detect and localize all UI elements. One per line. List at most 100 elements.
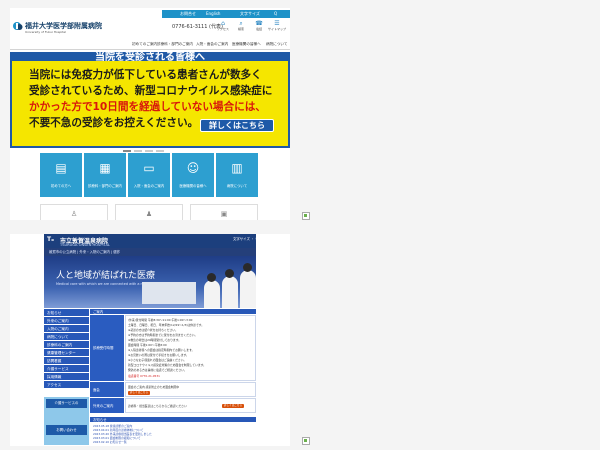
banner-line-alert: かかった方で10日間を経過していない場合には、 <box>29 101 266 113</box>
hospital-building-image <box>142 282 196 304</box>
sitemap-link[interactable]: ☰ サイトマップ <box>268 21 286 32</box>
phone-link[interactable]: ☎ 電話 <box>252 21 266 32</box>
topbar-item[interactable]: 文字サイズ <box>240 11 260 17</box>
nav-item-about[interactable]: 病院について <box>266 42 287 47</box>
side-menu-item[interactable]: 訪問看護 <box>44 357 89 365</box>
banner-line: 不要不急の受診をお控えください。 <box>29 117 199 129</box>
row-label-cell: 面会 <box>90 382 124 397</box>
tile-medical-institutions[interactable]: ☺ 医療機関の皆様へ <box>172 153 214 197</box>
row-alert-text: 電話番号 0770-21-0531 <box>128 374 160 378</box>
care-service-banner[interactable]: 介護サービスの お問い合わせ <box>44 397 89 445</box>
section-header-label: ご案内 <box>93 310 104 314</box>
side-menu-label: 診療科のご案内 <box>47 342 73 347</box>
row-label: 面会 <box>93 388 100 392</box>
topbar-item[interactable]: English <box>206 11 220 16</box>
side-menu-label: 入院のご案内 <box>47 326 69 331</box>
side-menu-item[interactable]: アクセス <box>44 381 89 389</box>
nav-item-departments[interactable]: 診療科・部門のご案内 <box>157 42 193 47</box>
row-text: 診療科・担当医表はこちらからご確認ください <box>128 404 187 408</box>
broken-image-icon <box>302 437 310 445</box>
main-content: ご案内 診療受付時間 (外来)受付時間 午前8:30〜11:00 午後1:00〜… <box>90 309 256 446</box>
phone-label: 電話 <box>255 27 262 31</box>
side-menu-label: 外来のご案内 <box>47 318 69 323</box>
side-menu-label: 介護サービス <box>47 366 69 371</box>
side-menu-label: 採用情報 <box>47 374 62 379</box>
person-icon: ♙ <box>70 210 78 218</box>
visit-details-button[interactable]: 詳しくはこちら <box>128 391 150 395</box>
topbar-item[interactable]: お問合せ <box>180 11 196 17</box>
top-utility-bar: お問合せ English 文字サイズ Q <box>162 10 290 18</box>
access-link[interactable]: ⌂ アクセス <box>216 21 230 32</box>
side-menu-item[interactable]: 介護サービス <box>44 365 89 373</box>
search-link[interactable]: ⌕ 検索 <box>234 21 248 32</box>
hero-subtitle: Medical care with which we are connected… <box>56 282 152 286</box>
hospital-logo-icon[interactable] <box>13 21 23 32</box>
tile-label: 初めての方へ <box>50 184 72 188</box>
row-text: 土曜日、日曜日、祝日、年末年始(12/29〜1/3)は休診です。 <box>128 323 204 327</box>
row-content-cell: 診療科・担当医表はこちらからご確認ください 詳しくはこちら <box>125 398 256 413</box>
info-card[interactable]: ♟ <box>115 204 183 220</box>
row-text: ※小さなお子様連れの面会はご遠慮ください。 <box>128 358 187 362</box>
stethoscope-icon: ▦ <box>99 161 111 175</box>
nav-item-first-visit[interactable]: 初めてのご案内 <box>132 42 157 47</box>
hero-image: 人と地域が結ばれた医療 Medical care with which we a… <box>44 256 256 308</box>
doctor-icon: ☺ <box>186 161 200 175</box>
staff-figure <box>204 280 220 308</box>
banner-details-button[interactable]: 詳しくはこちら <box>200 119 274 132</box>
row-content-cell: 面会のご案内 感染防止のため面会制限中 詳しくはこちら <box>125 382 256 397</box>
side-menu-label: 健康管理センター <box>47 350 76 355</box>
row-text: 新型コロナウイルス感染症対策のため面会を制限しています。 <box>128 363 206 367</box>
carousel-dot[interactable] <box>123 150 131 152</box>
global-nav: 初めてのご案内 診療科・部門のご案内 入院・面会のご案内 医療機関の皆様へ 病院… <box>10 40 290 50</box>
care-banner-subtitle: お問い合わせ <box>46 425 87 435</box>
topbar-search-item[interactable]: Q <box>274 11 277 16</box>
side-menu-item[interactable]: 健康管理センター <box>44 349 89 357</box>
tile-first-visit[interactable]: ▤ 初めての方へ <box>40 153 82 197</box>
side-menu-item[interactable]: 入院のご案内 <box>44 325 89 333</box>
banner-line: 受診されているため、新型コロナウイルス感染症に <box>29 85 272 97</box>
nav-item-inpatient[interactable]: 入院・面会のご案内 <box>196 42 228 47</box>
row-content-cell: (外来)受付時間 午前8:30〜11:00 午後1:00〜3:00 土曜日、日曜… <box>125 315 256 381</box>
care-banner-title: 介護サービスの <box>46 399 87 408</box>
news-link[interactable]: 2023.02.10 お知らせ一覧 <box>93 440 127 444</box>
tile-departments[interactable]: ▦ 診療科・部門のご案内 <box>84 153 126 197</box>
info-card[interactable]: ▣ <box>190 204 258 220</box>
info-card[interactable]: ♙ <box>40 204 108 220</box>
covid-notice-banner[interactable]: 当院を受診される皆様へ 当院には免疫力が低下している患者さんが数多く 受診されて… <box>10 52 290 148</box>
side-menu: お知らせ 外来のご案内 入院のご案内 病院について 診療科のご案内 健康管理セン… <box>44 309 89 446</box>
side-menu-item[interactable]: 病院について <box>44 333 89 341</box>
carousel-dot[interactable] <box>145 150 153 152</box>
tile-about[interactable]: ▥ 病院について <box>216 153 258 197</box>
font-size-link[interactable]: 文字サイズ ・ 色 <box>233 236 259 241</box>
tile-label: 医療機関の皆様へ <box>179 184 207 188</box>
side-menu-item[interactable]: 診療科のご案内 <box>44 341 89 349</box>
sub-nav-text[interactable]: 敦賀市の公立病院 | 外来・入院のご案内 | 健診 <box>49 249 120 254</box>
carousel-dot[interactable] <box>134 150 142 152</box>
tile-inpatient[interactable]: ▭ 入院・面会のご案内 <box>128 153 170 197</box>
side-menu-label: お知らせ <box>47 310 62 315</box>
carousel-dot[interactable] <box>156 150 164 152</box>
staff-figure <box>240 270 256 308</box>
nav-item-medical-institutions[interactable]: 医療機関の皆様へ <box>232 42 261 47</box>
info-icon: ▣ <box>220 210 228 218</box>
hospital-logo-icon[interactable]: Tₒ <box>47 236 54 243</box>
row-label-cell: 診療受付時間 <box>90 315 124 381</box>
staff-head <box>207 273 216 282</box>
side-menu-item[interactable]: 外来のご案内 <box>44 317 89 325</box>
section-header: ご案内 <box>90 309 256 314</box>
hospital-icon: ▤ <box>55 161 67 175</box>
tile-label: 病院について <box>226 184 248 188</box>
tile-label: 入院・面会のご案内 <box>133 184 165 188</box>
row-text: ※救急の場合は24時間受付しております。 <box>128 338 182 342</box>
building-icon: ▥ <box>231 161 243 175</box>
tile-label: 診療科・部門のご案内 <box>88 184 122 188</box>
outpatient-details-button[interactable]: 詳しくはこちら <box>222 404 244 408</box>
side-menu-item[interactable]: お知らせ <box>44 309 89 317</box>
bed-icon: ▭ <box>143 161 155 175</box>
staff-figure <box>222 276 238 308</box>
row-text: ※予約の方は予約時間までに受付をお済ませください。 <box>128 333 198 337</box>
row-text: 面会のご案内 感染防止のため面会制限中 <box>128 385 180 389</box>
side-menu-item[interactable]: 採用情報 <box>44 373 89 381</box>
hospital-subtitle: University of Fukui Hospital <box>25 30 66 34</box>
person-icon: ♟ <box>145 210 153 218</box>
